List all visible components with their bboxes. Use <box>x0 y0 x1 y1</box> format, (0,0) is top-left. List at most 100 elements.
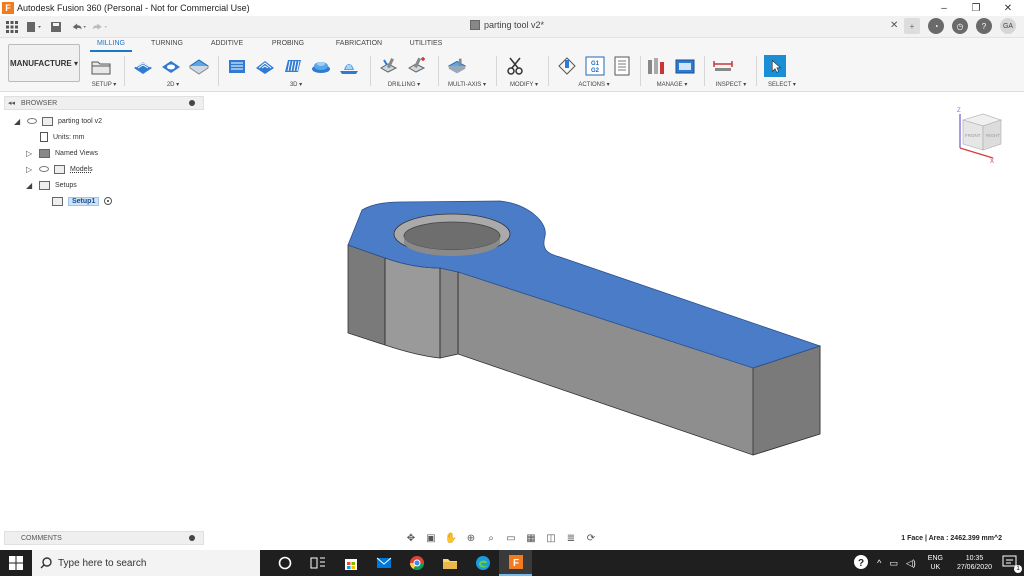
tree-units[interactable]: Units: mm <box>40 130 85 144</box>
orbit-icon[interactable]: ✥ <box>404 531 418 545</box>
file-menu-icon[interactable] <box>26 19 42 35</box>
new-tab-plus-icon[interactable]: + <box>904 18 920 34</box>
restore-button[interactable]: ❐ <box>960 0 992 16</box>
extensions-icon[interactable]: ◔ <box>928 18 944 34</box>
workspace-switcher-button[interactable]: MANUFACTURE ▾ <box>8 44 80 82</box>
scissors-icon[interactable] <box>504 55 526 77</box>
tab-probing[interactable]: PROBING <box>252 40 324 52</box>
tree-root[interactable]: ◢ parting tool v2 <box>14 114 102 128</box>
pan-hand-icon[interactable]: ✋ <box>444 531 458 545</box>
taskbar-clock[interactable]: 10:35 27/06/2020 <box>957 554 992 572</box>
2d-group[interactable]: 2D ▾ <box>132 54 214 90</box>
pocket-clearing-icon[interactable] <box>254 55 276 77</box>
viewports-icon[interactable]: ◫ <box>544 531 558 545</box>
3d-viewport[interactable] <box>210 92 1024 528</box>
3d-adaptive-icon[interactable] <box>226 55 248 77</box>
store-icon[interactable] <box>334 550 367 576</box>
browser-pin-icon[interactable] <box>189 100 195 106</box>
cortana-icon[interactable] <box>268 550 301 576</box>
2d-pocket-icon[interactable] <box>160 55 182 77</box>
data-panel-icon[interactable] <box>4 19 20 35</box>
scallop-icon[interactable] <box>338 55 360 77</box>
mail-icon[interactable] <box>367 550 400 576</box>
setup-group[interactable]: SETUP ▾ <box>90 54 118 90</box>
tree-named-views[interactable]: ▷ Named Views <box>26 146 98 160</box>
look-at-icon[interactable]: ▣ <box>424 531 438 545</box>
windows-start-icon[interactable] <box>8 555 24 571</box>
face-icon[interactable] <box>188 55 210 77</box>
help-icon[interactable]: ? <box>976 18 992 34</box>
activate-setup-radio-icon[interactable] <box>104 197 113 205</box>
battery-icon[interactable]: ▭ <box>889 558 898 569</box>
tool-library-icon[interactable] <box>646 55 668 77</box>
modify-group[interactable]: MODIFY ▾ <box>504 54 544 90</box>
zoom-icon[interactable]: ⊕ <box>464 531 478 545</box>
expand-triangle-icon[interactable]: ◢ <box>14 117 22 126</box>
close-document-button[interactable]: ✕ <box>890 20 898 31</box>
refresh-icon[interactable]: ⟳ <box>584 531 598 545</box>
tab-utilities[interactable]: UTILITIES <box>394 40 458 52</box>
post-process-g-code-icon[interactable]: G1 G2 <box>584 55 605 77</box>
tree-setup1[interactable]: Setup1 <box>52 194 113 208</box>
collapse-triangle-icon[interactable]: ▷ <box>26 165 34 174</box>
measure-icon[interactable] <box>712 55 734 77</box>
visibility-eye-icon[interactable] <box>39 166 49 172</box>
setup-sheet-icon[interactable] <box>611 55 632 77</box>
setup1-label[interactable]: Setup1 <box>68 196 100 206</box>
fit-zoom-window-icon[interactable]: ⌕ <box>484 531 498 545</box>
tree-models[interactable]: ▷ Models <box>26 162 93 176</box>
volume-icon[interactable]: ◁) <box>906 558 916 569</box>
comments-pin-icon[interactable] <box>189 535 195 541</box>
chrome-icon[interactable] <box>400 550 433 576</box>
parallel-icon[interactable] <box>282 55 304 77</box>
notifications-icon[interactable]: 1 <box>1002 555 1022 573</box>
visibility-eye-icon[interactable] <box>27 118 37 124</box>
job-status-icon[interactable]: ◷ <box>952 18 968 34</box>
collapse-browser-icon[interactable]: ◂◂ <box>8 99 15 107</box>
machine-library-icon[interactable] <box>674 55 696 77</box>
minimize-button[interactable]: – <box>928 0 960 16</box>
actions-group[interactable]: G1 G2 ACTIONS ▾ <box>556 54 632 90</box>
document-tab[interactable]: parting tool v2* <box>470 20 544 30</box>
layers-icon[interactable]: ≣ <box>564 531 578 545</box>
edge-icon[interactable] <box>466 550 499 576</box>
multi-axis-group[interactable]: MULTI-AXIS ▾ <box>446 54 488 90</box>
collapse-triangle-icon[interactable]: ▷ <box>26 149 34 158</box>
fusion-360-taskbar-icon[interactable]: F <box>499 550 532 576</box>
browser-panel-header[interactable]: ◂◂ BROWSER <box>4 96 204 110</box>
view-cube-icon[interactable]: Z X FRONT RIGHT <box>955 104 1005 164</box>
redo-icon[interactable] <box>92 19 108 35</box>
tab-additive[interactable]: ADDITIVE <box>202 40 252 52</box>
drilling-group[interactable]: DRILLING ▾ <box>378 54 430 90</box>
undo-icon[interactable] <box>70 19 86 35</box>
tree-setups[interactable]: ◢ Setups <box>26 178 77 192</box>
input-language-indicator[interactable]: ENG UK <box>928 554 943 572</box>
select-group[interactable]: SELECT ▾ <box>764 54 800 90</box>
simulate-icon[interactable] <box>556 55 578 77</box>
select-cursor-icon[interactable] <box>764 55 786 77</box>
comments-panel[interactable]: COMMENTS <box>4 531 204 545</box>
display-settings-icon[interactable]: ▭ <box>504 531 518 545</box>
tab-turning[interactable]: TURNING <box>132 40 202 52</box>
expand-triangle-icon[interactable]: ◢ <box>26 181 34 190</box>
multi-axis-icon[interactable] <box>446 55 468 77</box>
manage-group[interactable]: MANAGE ▾ <box>646 54 698 90</box>
user-avatar[interactable]: GA <box>1000 18 1016 34</box>
hole-recognition-icon[interactable] <box>406 55 428 77</box>
task-view-icon[interactable] <box>301 550 334 576</box>
inspect-group[interactable]: INSPECT ▾ <box>712 54 750 90</box>
setup-icon[interactable] <box>90 55 112 77</box>
contour-icon[interactable] <box>310 55 332 77</box>
taskbar-search-box[interactable]: Type here to search <box>32 550 260 576</box>
save-icon[interactable] <box>48 19 64 35</box>
close-window-button[interactable]: ✕ <box>992 0 1024 16</box>
tab-fabrication[interactable]: FABRICATION <box>324 40 394 52</box>
help-tray-icon[interactable]: ? <box>853 554 869 572</box>
show-hidden-icons-chevron-icon[interactable]: ^ <box>877 558 881 568</box>
grid-snaps-icon[interactable]: ▦ <box>524 531 538 545</box>
tab-milling[interactable]: MILLING <box>90 40 132 52</box>
file-explorer-icon[interactable] <box>433 550 466 576</box>
drill-icon[interactable] <box>378 55 400 77</box>
2d-adaptive-icon[interactable] <box>132 55 154 77</box>
3d-group[interactable]: 3D ▾ <box>226 54 366 90</box>
